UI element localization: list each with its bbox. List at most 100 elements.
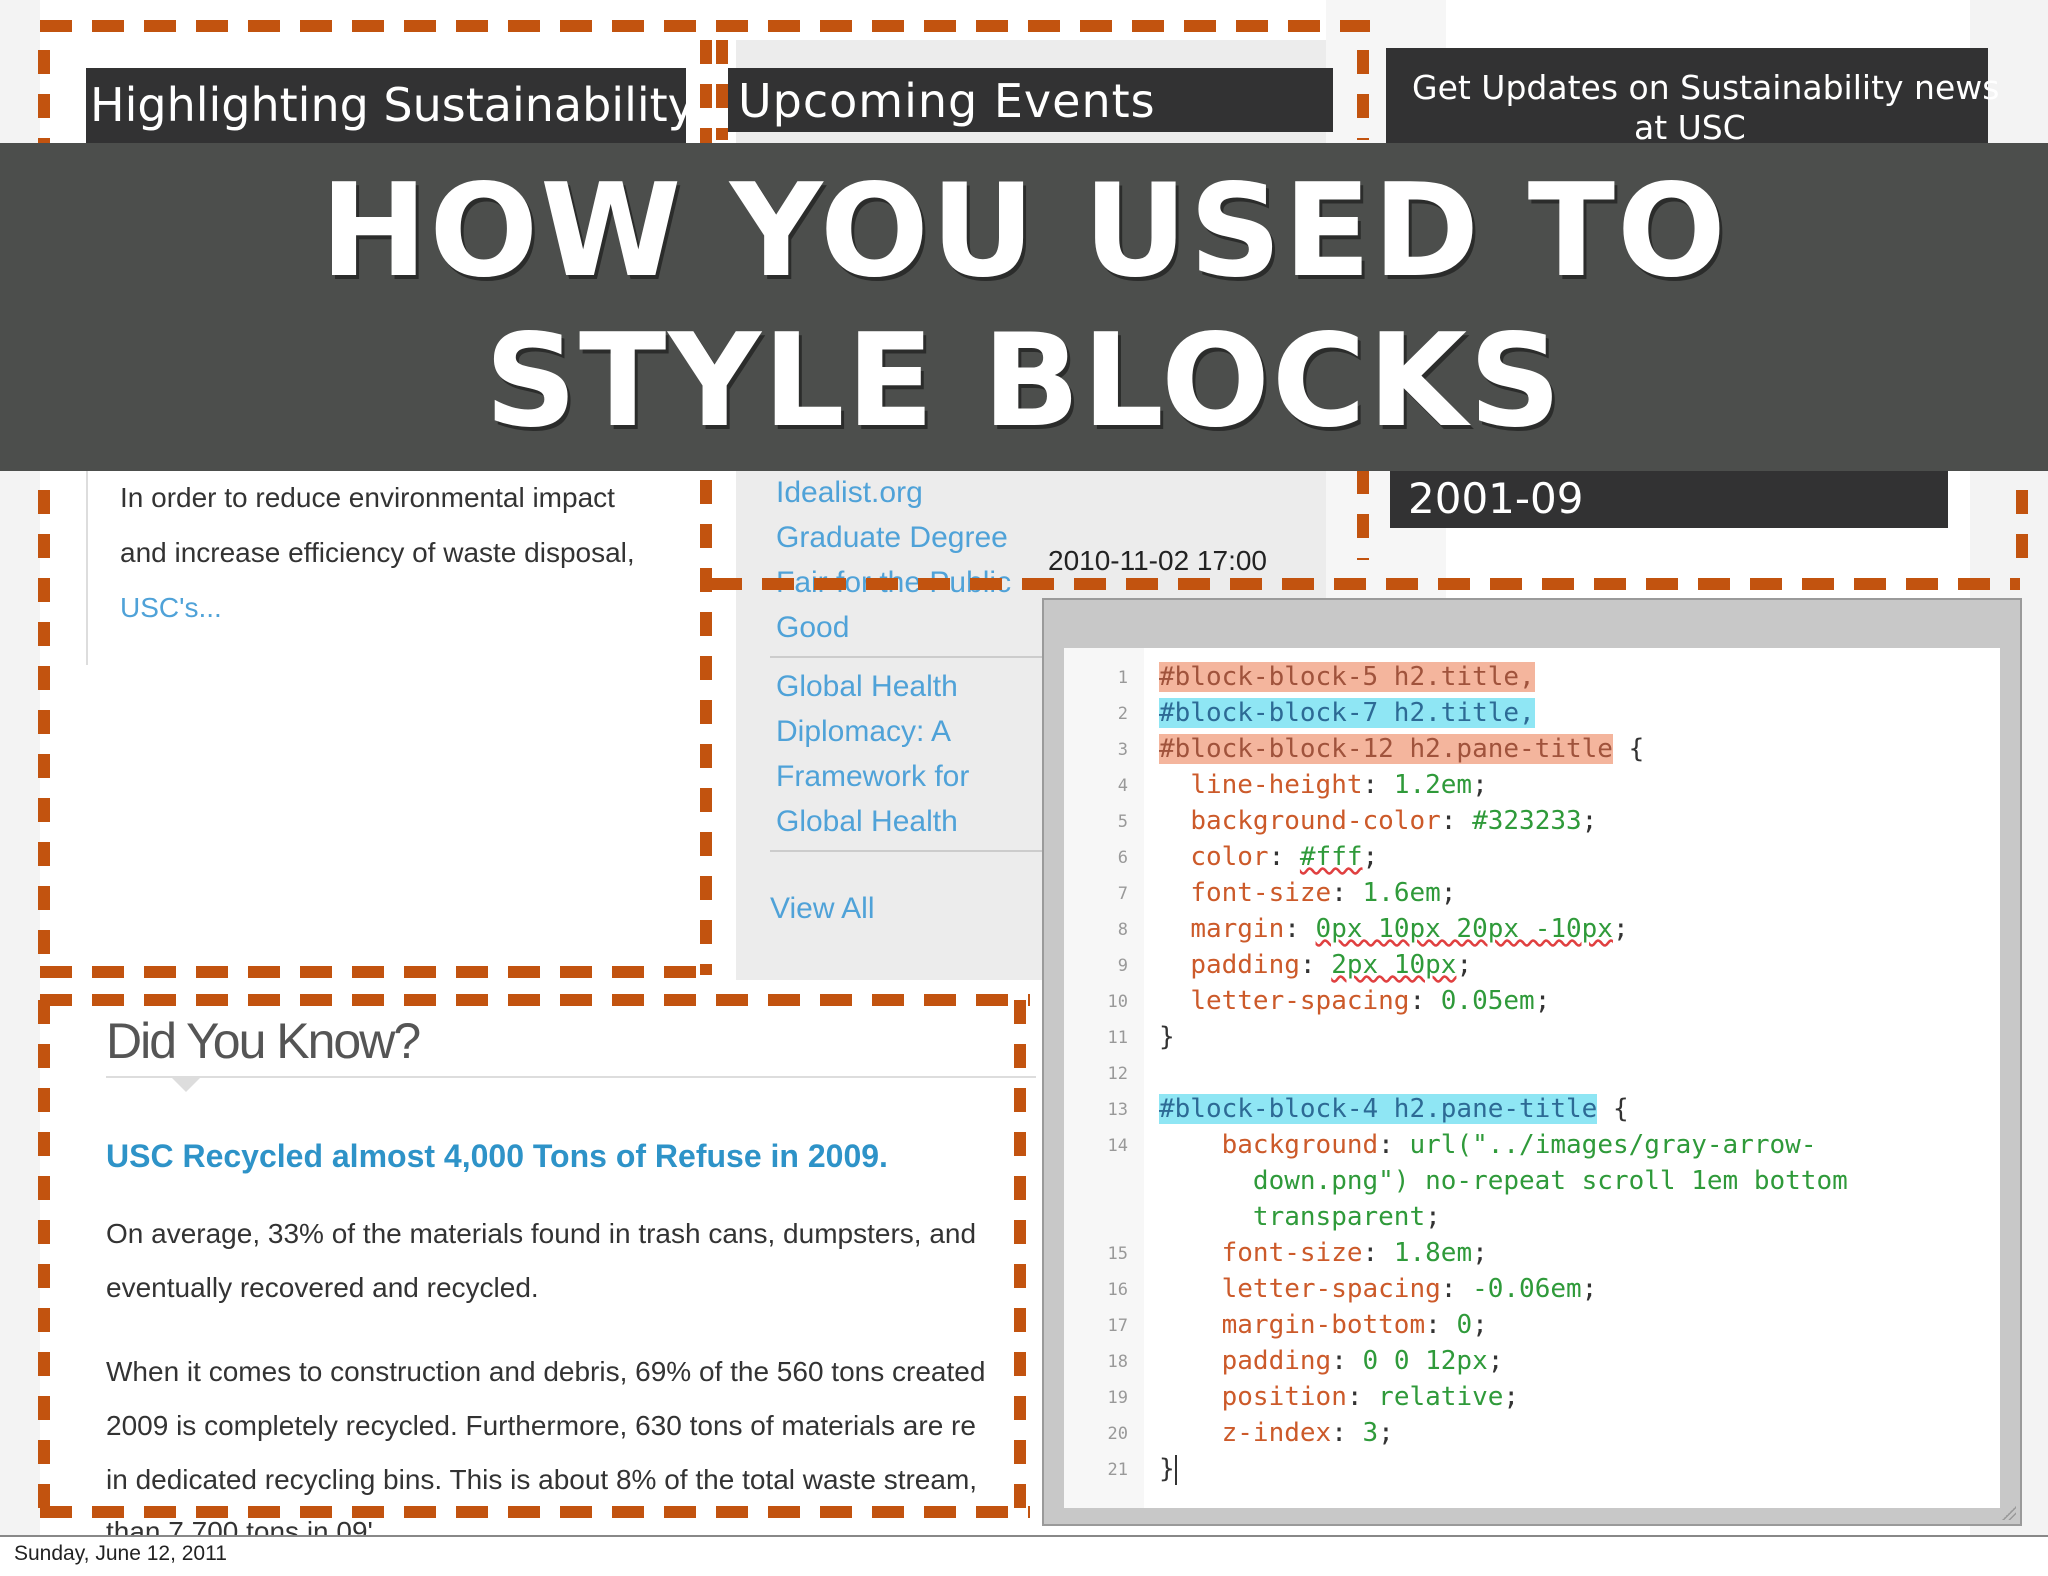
text-cursor [1174, 1454, 1177, 1485]
code-token: ; [1456, 950, 1473, 980]
code-line[interactable]: 13 #block-block-4 h2.pane-title { [1064, 1092, 2000, 1128]
code-token: : [1362, 1238, 1394, 1268]
code-line[interactable]: 21} [1064, 1452, 2000, 1488]
line-number: 7 [1117, 884, 1128, 904]
code-text: z-index: 3; [1159, 1418, 1394, 1448]
code-line[interactable]: 17 margin-bottom: 0; [1064, 1308, 2000, 1344]
code-line[interactable]: 15 font-size: 1.8em; [1064, 1236, 2000, 1272]
line-number: 14 [1107, 1136, 1128, 1156]
code-token: : [1346, 1382, 1379, 1412]
code-text: margin: 0px 10px 20px -10px; [1159, 914, 1628, 944]
line-number: 19 [1107, 1388, 1128, 1408]
code-token: : [1331, 878, 1363, 908]
code-token: : [1268, 842, 1300, 872]
code-line[interactable]: down.png") no-repeat scroll 1em bottom [1064, 1164, 2000, 1200]
code-line[interactable]: 14 background: url("../images/gray-arrow… [1064, 1128, 2000, 1164]
event1-title-line2[interactable]: Graduate Degree [776, 521, 1008, 555]
code-line[interactable]: 8 margin: 0px 10px 20px -10px; [1064, 912, 2000, 948]
line-number: 15 [1107, 1244, 1128, 1264]
code-token: margin [1190, 914, 1285, 944]
code-token: 0 0 12px [1362, 1346, 1488, 1376]
code-token: letter-spacing [1190, 986, 1410, 1016]
dyk-para1-line1: On average, 33% of the materials found i… [106, 1218, 977, 1249]
code-line[interactable]: 11} [1064, 1020, 2000, 1056]
outline-top [40, 20, 1370, 32]
outline-dyk-bottom [40, 1506, 1030, 1518]
outline-mid-2 [716, 40, 728, 140]
code-line[interactable]: 5 background-color: #323233; [1064, 804, 2000, 840]
line-number: 16 [1107, 1280, 1128, 1300]
highlighting-title: Highlighting Sustainability [90, 78, 695, 132]
code-line[interactable]: 9 padding: 2px 10px; [1064, 948, 2000, 984]
line-number: 12 [1107, 1064, 1128, 1084]
code-token: ; [1472, 770, 1488, 800]
code-line[interactable]: 2 #block-block-7 h2.title, [1064, 696, 2000, 732]
css-editor-window: 1 #block-block-5 h2.title, 2 #block-block-7… [1042, 598, 2022, 1526]
event2-title-line2[interactable]: Diplomacy: A [776, 715, 951, 749]
code-text: margin-bottom: 0; [1159, 1310, 1488, 1340]
code-token: 0px 10px 20px -10px [1315, 914, 1613, 944]
code-line[interactable]: 16 letter-spacing: -0.06em; [1064, 1272, 2000, 1308]
code-line[interactable]: 10 letter-spacing: 0.05em; [1064, 984, 2000, 1020]
code-line[interactable]: 4 line-height: 1.2em; [1064, 768, 2000, 804]
code-line[interactable]: transparent; [1064, 1200, 2000, 1236]
event1-date: 2010-11-02 17:00 [1048, 545, 1267, 576]
event2-title-line4[interactable]: Global Health [776, 805, 958, 839]
code-line[interactable]: 19 position: relative; [1064, 1380, 2000, 1416]
event2-title-line1[interactable]: Global Health [776, 670, 958, 704]
read-more-link[interactable]: USC's... [120, 592, 222, 624]
code-line[interactable]: 20 z-index: 3; [1064, 1416, 2000, 1452]
upcoming-events-title: Upcoming Events [738, 74, 1156, 128]
event1-title-line4[interactable]: Good [776, 611, 849, 645]
banner-title-line1: HOW YOU USED TO [320, 157, 1728, 306]
code-text: background-color: #323233; [1159, 806, 1597, 836]
css-editor[interactable]: 1 #block-block-5 h2.title, 2 #block-block-7… [1064, 648, 2000, 1508]
code-line[interactable]: 1 #block-block-5 h2.title, [1064, 660, 2000, 696]
arrow-down-icon [170, 1076, 202, 1092]
highlight-para-line1: In order to reduce environmental impact [120, 482, 615, 513]
code-token: color [1190, 842, 1269, 872]
year-bar-text: 2001-09 [1408, 474, 1584, 523]
line-number: 6 [1117, 848, 1128, 868]
line-number: 11 [1107, 1028, 1128, 1048]
line-number: 17 [1107, 1316, 1128, 1336]
outline-highlight-bottom [40, 966, 704, 978]
code-token: ; [1472, 1238, 1488, 1268]
code-token: position [1221, 1382, 1347, 1412]
code-line[interactable]: 6 color: #fff; [1064, 840, 2000, 876]
slide-bottom-rule [0, 1535, 2048, 1537]
code-token: down.png") no-repeat scroll 1em bottom [1252, 1166, 1848, 1196]
code-text: letter-spacing: 0.05em; [1159, 986, 1550, 1016]
line-number: 5 [1117, 812, 1128, 832]
did-you-know-headline[interactable]: USC Recycled almost 4,000 Tons of Refuse… [106, 1138, 888, 1175]
code-token: margin-bottom [1221, 1310, 1426, 1340]
resize-handle-icon[interactable] [2002, 1506, 2016, 1520]
code-line[interactable]: 12 [1064, 1056, 2000, 1092]
code-token: #323233 [1472, 806, 1582, 836]
dyk-para2-line1: When it comes to construction and debris… [106, 1356, 986, 1387]
view-all-link[interactable]: View All [770, 892, 875, 926]
code-token: : [1331, 1418, 1363, 1448]
code-token: padding [1221, 1346, 1332, 1376]
code-token: 1.2em [1393, 770, 1473, 800]
code-line[interactable]: 18 padding: 0 0 12px; [1064, 1344, 2000, 1380]
outline-dyk-top [40, 994, 1030, 1006]
updates-title-bar: Get Updates on Sustainability news at US… [1386, 48, 1999, 148]
highlight-para-line2: and increase efficiency of waste disposa… [120, 537, 635, 568]
code-line[interactable]: 7 font-size: 1.6em; [1064, 876, 2000, 912]
line-number: 10 [1107, 992, 1128, 1012]
code-token: } [1159, 1022, 1175, 1052]
dyk-para2-line2: 2009 is completely recycled. Furthermore… [106, 1410, 976, 1441]
event1-title-line1[interactable]: Idealist.org [776, 476, 923, 510]
code-text: #block-block-7 h2.title, [1159, 698, 1535, 728]
event2-title-line3[interactable]: Framework for [776, 760, 969, 794]
code-line[interactable]: 3 #block-block-12 h2.pane-title { [1064, 732, 2000, 768]
code-token: 0.05em [1440, 986, 1535, 1016]
did-you-know-rule [106, 1076, 1036, 1078]
code-token: letter-spacing [1221, 1274, 1441, 1304]
